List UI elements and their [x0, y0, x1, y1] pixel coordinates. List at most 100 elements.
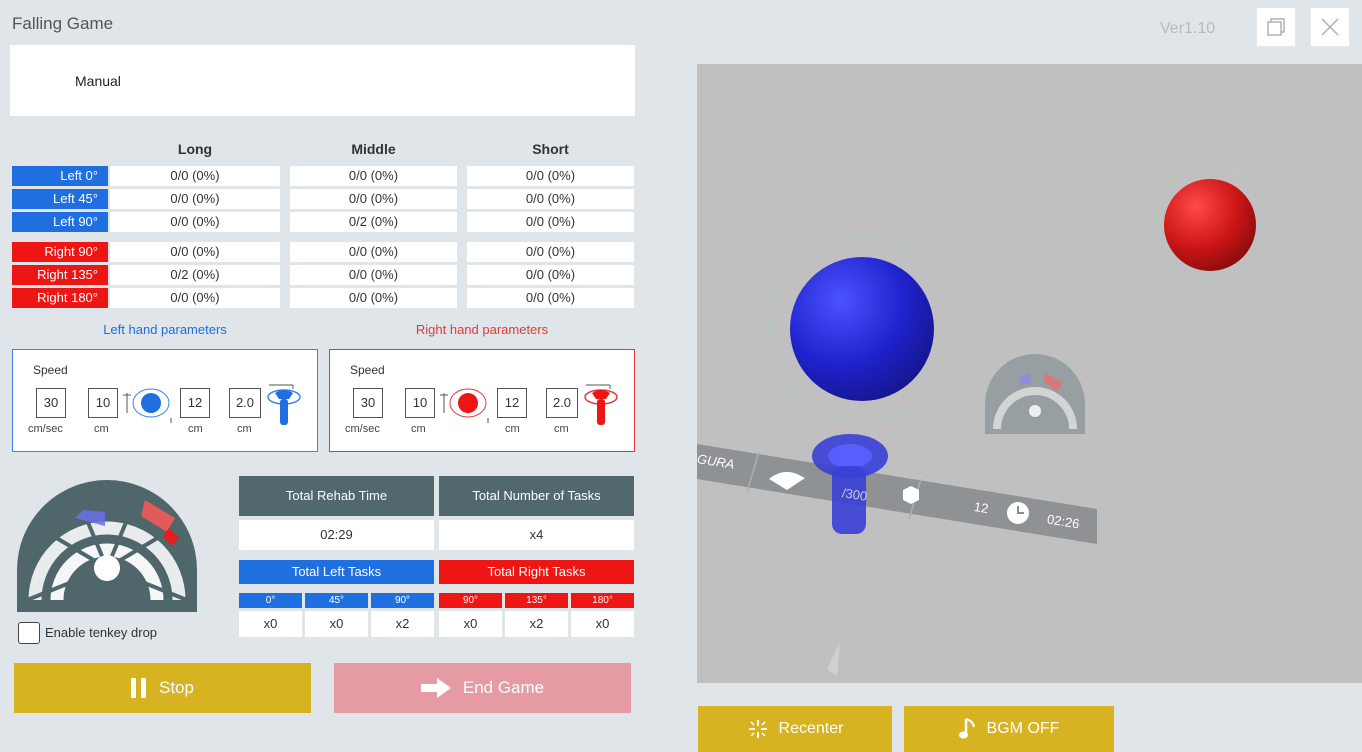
table-cell: 0/2 (0%): [290, 212, 457, 232]
right-dist3-input[interactable]: 2.0: [546, 388, 578, 418]
arrow-right-icon: [420, 678, 451, 698]
version-label: Ver1.10: [1160, 20, 1216, 37]
stop-label: Stop: [159, 678, 194, 697]
dist-unit: cm: [554, 423, 569, 435]
right-tasks-header: Total Right Tasks: [439, 560, 634, 584]
mini-gauge: [985, 354, 1085, 434]
app-title: Falling Game: [12, 14, 114, 33]
left-angle-header: 90°: [371, 593, 434, 608]
close-icon: [1321, 18, 1339, 36]
dist-unit: cm: [94, 423, 109, 435]
left-params-panel: Speed 30 cm/sec 10 cm 12 cm 2.0 cm: [12, 349, 318, 452]
table-cell: 0/0 (0%): [467, 288, 634, 308]
left-angle-count: x0: [305, 611, 368, 637]
table-cell: 0/0 (0%): [110, 288, 280, 308]
dist-unit: cm: [237, 423, 252, 435]
rehab-time-value: 02:29: [239, 520, 434, 550]
row-label-left-0: Left 0°: [12, 166, 108, 186]
left-tasks-header: Total Left Tasks: [239, 560, 434, 584]
table-cell: 0/0 (0%): [110, 166, 280, 186]
left-controller-icon: [267, 384, 301, 425]
table-cell: 0/0 (0%): [110, 242, 280, 262]
mode-panel: Manual: [10, 45, 635, 116]
left-angle-count: x2: [371, 611, 434, 637]
col-header-long: Long: [177, 141, 213, 157]
end-game-button[interactable]: End Game: [334, 663, 631, 713]
left-dist2-input[interactable]: 12: [180, 388, 210, 418]
left-speed-input[interactable]: 30: [36, 388, 66, 418]
table-cell: 0/0 (0%): [110, 189, 280, 209]
table-cell: 0/0 (0%): [290, 242, 457, 262]
right-dist2-input[interactable]: 12: [497, 388, 527, 418]
target-gauge-icon: [17, 480, 197, 612]
pause-icon: [131, 678, 146, 698]
restore-window-button[interactable]: [1256, 7, 1296, 47]
dist-unit: cm: [411, 423, 426, 435]
table-cell: 0/2 (0%): [110, 265, 280, 285]
table-cell: 0/0 (0%): [290, 166, 457, 186]
right-ball-icon: [440, 388, 489, 423]
table-cell: 0/0 (0%): [467, 242, 634, 262]
left-angle-count: x0: [239, 611, 302, 637]
speed-label: Speed: [350, 363, 385, 377]
right-controller-icon: [584, 384, 618, 425]
right-angle-header: 90°: [439, 593, 502, 608]
left-dist3-input[interactable]: 2.0: [229, 388, 261, 418]
table-cell: 0/0 (0%): [290, 288, 457, 308]
table-cell: 0/0 (0%): [290, 189, 457, 209]
table-cell: 0/0 (0%): [467, 265, 634, 285]
speed-unit: cm/sec: [345, 423, 380, 435]
col-header-short: Short: [532, 141, 569, 157]
table-cell: 0/0 (0%): [290, 265, 457, 285]
right-angle-header: 135°: [505, 593, 568, 608]
close-window-button[interactable]: [1310, 7, 1350, 47]
table-cell: 0/0 (0%): [110, 212, 280, 232]
dist-unit: cm: [188, 423, 203, 435]
cube-count: 12: [972, 498, 990, 517]
game-viewport[interactable]: GURA /300 12 02:26: [697, 64, 1362, 683]
restore-icon: [1267, 18, 1285, 36]
rehab-time-header: Total Rehab Time: [239, 476, 434, 516]
recenter-button[interactable]: Recenter: [698, 706, 892, 752]
task-count-header: Total Number of Tasks: [439, 476, 634, 516]
right-angle-count: x2: [505, 611, 568, 637]
recenter-label: Recenter: [778, 720, 844, 737]
table-cell: 0/0 (0%): [467, 212, 634, 232]
row-label-right-180: Right 180°: [12, 288, 108, 308]
stop-button[interactable]: Stop: [14, 663, 311, 713]
col-header-middle: Middle: [351, 141, 396, 157]
task-count-value: x4: [439, 520, 634, 550]
right-speed-input[interactable]: 30: [353, 388, 383, 418]
table-cell: 0/0 (0%): [467, 166, 634, 186]
red-ball: [1164, 179, 1256, 271]
row-label-right-135: Right 135°: [12, 265, 108, 285]
game-scene: [697, 166, 1271, 676]
dist-unit: cm: [505, 423, 520, 435]
table-cell: 0/0 (0%): [467, 189, 634, 209]
left-ball-icon: [123, 388, 172, 423]
right-params-title: Right hand parameters: [415, 322, 549, 337]
left-params-title: Left hand parameters: [103, 322, 227, 337]
blue-ball: [790, 257, 934, 401]
right-angle-count: x0: [439, 611, 502, 637]
left-dist1-input[interactable]: 10: [88, 388, 118, 418]
right-params-panel: Speed 30 cm/sec 10 cm 12 cm 2.0 cm: [329, 349, 635, 452]
mode-label: Manual: [75, 73, 121, 89]
sparkle-icon: [748, 720, 767, 738]
speed-label: Speed: [33, 363, 68, 377]
tenkey-drop-label: Enable tenkey drop: [45, 625, 158, 640]
right-angle-header: 180°: [571, 593, 634, 608]
left-angle-header: 0°: [239, 593, 302, 608]
bgm-label: BGM OFF: [986, 720, 1060, 737]
right-angle-count: x0: [571, 611, 634, 637]
left-angle-header: 45°: [305, 593, 368, 608]
tenkey-drop-checkbox[interactable]: [18, 622, 40, 644]
end-game-label: End Game: [462, 678, 545, 697]
right-dist1-input[interactable]: 10: [405, 388, 435, 418]
bgm-toggle-button[interactable]: BGM OFF: [904, 706, 1114, 752]
speed-unit: cm/sec: [28, 423, 63, 435]
music-note-icon: [958, 718, 975, 739]
row-label-left-90: Left 90°: [12, 212, 108, 232]
row-label-right-90: Right 90°: [12, 242, 108, 262]
status-bar: [697, 444, 1097, 544]
